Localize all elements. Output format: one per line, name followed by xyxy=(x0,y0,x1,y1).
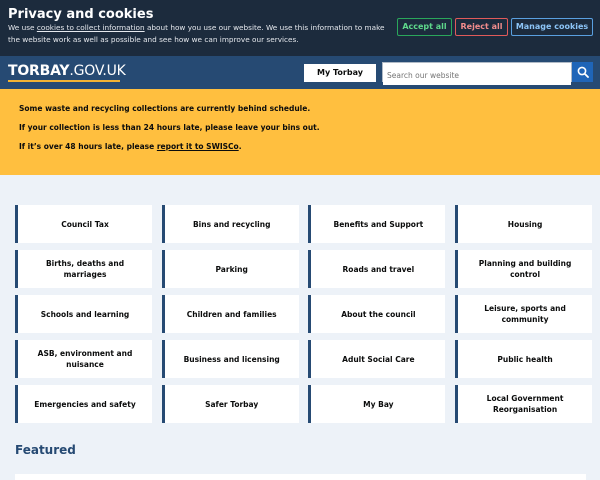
manage-cookies-button[interactable]: Manage cookies xyxy=(511,18,593,36)
service-tile-schools-learning[interactable]: Schools and learning xyxy=(15,295,152,333)
featured-heading: Featured xyxy=(15,443,76,457)
cookies-info-link[interactable]: cookies to collect information xyxy=(37,23,145,32)
service-tile-parking[interactable]: Parking xyxy=(161,250,299,288)
service-tile-planning-building-control[interactable]: Planning and building control xyxy=(455,250,593,288)
service-tile-safer-torbay[interactable]: Safer Torbay xyxy=(161,385,299,423)
service-tile-about-council[interactable]: About the council xyxy=(308,295,446,333)
service-tile-adult-social-care[interactable]: Adult Social Care xyxy=(308,340,446,378)
my-torbay-button[interactable]: My Torbay xyxy=(304,64,376,82)
logo-suffix-text: .GOV.UK xyxy=(69,63,126,79)
alert-line-3: If it’s over 48 hours late, please repor… xyxy=(19,142,242,152)
service-tile-benefits-support[interactable]: Benefits and Support xyxy=(308,205,446,243)
reject-all-cookies-button[interactable]: Reject all xyxy=(455,18,508,36)
service-alert: Some waste and recycling collections are… xyxy=(0,89,600,175)
accept-all-cookies-button[interactable]: Accept all xyxy=(397,18,452,36)
service-tile-public-health[interactable]: Public health xyxy=(455,340,593,378)
alert-line-3-before: If it’s over 48 hours late, please xyxy=(19,142,157,151)
cookie-banner-text: We use cookies to collect information ab… xyxy=(8,22,393,45)
service-tile-emergencies-safety[interactable]: Emergencies and safety xyxy=(15,385,152,423)
service-tile-housing[interactable]: Housing xyxy=(455,205,593,243)
logo-main-text: TORBAY xyxy=(8,63,70,79)
cookie-banner-title: Privacy and cookies xyxy=(8,7,154,22)
search-icon xyxy=(577,66,589,78)
service-tile-council-tax[interactable]: Council Tax xyxy=(15,205,152,243)
cookie-banner: Privacy and cookies We use cookies to co… xyxy=(0,0,600,56)
service-tile-roads-travel[interactable]: Roads and travel xyxy=(308,250,446,288)
report-to-swisco-link[interactable]: report it to SWISCo xyxy=(157,142,239,151)
cookie-text-before: We use xyxy=(8,23,37,32)
alert-line-3-after: . xyxy=(238,142,242,151)
featured-card-top xyxy=(15,474,586,480)
service-tile-my-bay[interactable]: My Bay xyxy=(308,385,446,423)
services-grid: Council Tax Bins and recycling Benefits … xyxy=(15,205,593,423)
service-tile-leisure-sports-community[interactable]: Leisure, sports and community xyxy=(455,295,593,333)
service-tile-births-deaths-marriages[interactable]: Births, deaths and marriages xyxy=(15,250,152,288)
service-tile-local-government-reorganisation[interactable]: Local Government Reorganisation xyxy=(455,385,593,423)
search-button[interactable] xyxy=(572,62,593,82)
service-tile-children-families[interactable]: Children and families xyxy=(161,295,299,333)
service-tile-asb-environment-nuisance[interactable]: ASB, environment and nuisance xyxy=(15,340,152,378)
service-tile-bins-recycling[interactable]: Bins and recycling xyxy=(161,205,299,243)
alert-line-2: If your collection is less than 24 hours… xyxy=(19,123,320,132)
alert-line-1: Some waste and recycling collections are… xyxy=(19,104,311,113)
site-logo[interactable]: TORBAY.GOV.UK xyxy=(8,63,126,79)
logo-underline xyxy=(8,80,120,82)
search-input[interactable] xyxy=(383,66,571,85)
service-tile-business-licensing[interactable]: Business and licensing xyxy=(161,340,299,378)
search-box xyxy=(382,62,572,85)
